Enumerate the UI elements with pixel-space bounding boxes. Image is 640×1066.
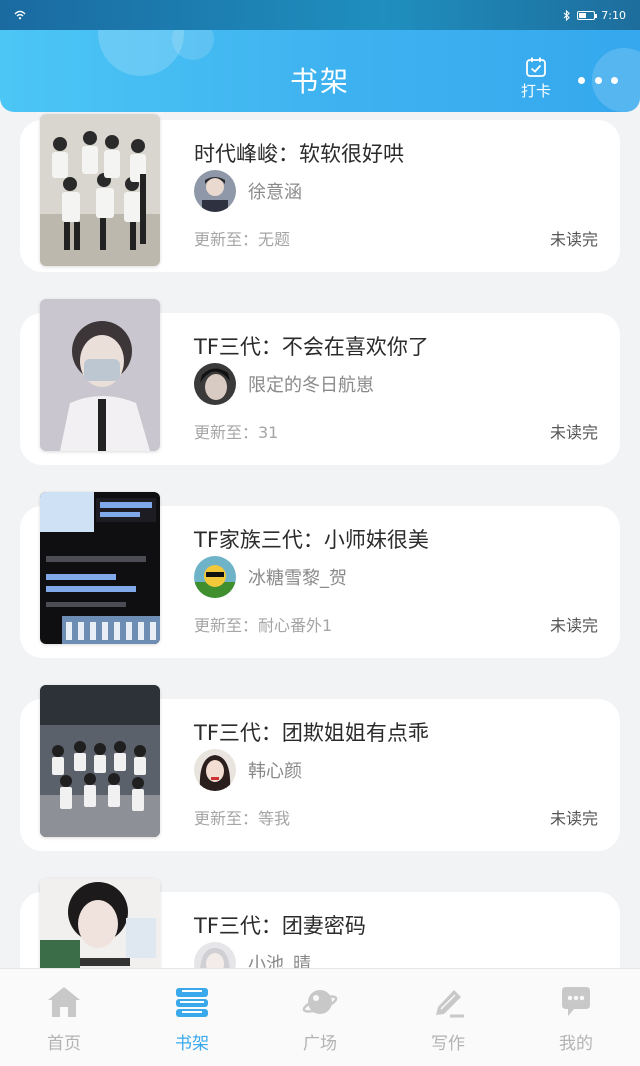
author-name: 限定的冬日航崽 [248, 375, 374, 396]
author-row: 韩心颜 [194, 749, 302, 791]
more-dot-icon [611, 76, 618, 84]
book-cover [40, 114, 160, 266]
book-title: TF家族三代：小师妹很美 [194, 528, 429, 552]
nav-label: 书架 [175, 1034, 209, 1054]
author-avatar [194, 170, 236, 212]
update-info: 更新至：无题 [194, 230, 291, 249]
update-info: 更新至：31 [194, 423, 279, 442]
book-cover [40, 299, 160, 451]
book-card[interactable]: 时代峰峻：软软很好哄 徐意涵 更新至：无题 未读完 [20, 114, 620, 272]
nav-item-profile[interactable]: 我的 [512, 969, 640, 1066]
planet-icon [302, 990, 338, 1014]
chat-bubble-icon [562, 987, 590, 1016]
nav-label: 广场 [303, 1034, 337, 1054]
read-status: 未读完 [549, 616, 598, 635]
book-card[interactable]: TF家族三代：小师妹很美 冰糖雪黎_贺 更新至：耐心番外1 未读完 [20, 492, 620, 658]
nav-item-square[interactable]: 广场 [256, 969, 384, 1066]
update-info: 更新至：耐心番外1 [194, 616, 333, 635]
home-icon [48, 987, 80, 1017]
more-dot-icon [578, 76, 585, 84]
read-status: 未读完 [549, 423, 598, 442]
author-name: 冰糖雪黎_贺 [248, 568, 347, 589]
wifi-icon [14, 10, 26, 20]
author-avatar [194, 749, 236, 791]
author-avatar [194, 556, 236, 598]
read-status: 未读完 [549, 809, 598, 828]
book-cover [40, 492, 160, 644]
author-row: 冰糖雪黎_贺 [194, 556, 347, 598]
book-cover [40, 685, 160, 837]
author-name: 徐意涵 [248, 182, 302, 203]
book-title: 时代峰峻：软软很好哄 [194, 142, 404, 166]
book-card[interactable]: TF三代：团欺姐姐有点乖 韩心颜 更新至：等我 未读完 [20, 685, 620, 851]
nav-label: 首页 [47, 1034, 81, 1054]
nav-item-bookshelf[interactable]: 书架 [128, 969, 256, 1066]
nav-item-home[interactable]: 首页 [0, 969, 128, 1066]
checkin-label: 打卡 [520, 82, 551, 100]
decorative-bubble [172, 30, 214, 60]
author-name: 韩心颜 [248, 761, 302, 782]
bottom-nav: 首页 书架 广场 写作 我的 [0, 968, 640, 1066]
book-card[interactable]: TF三代：不会在喜欢你了 限定的冬日航崽 更新至：31 未读完 [20, 299, 620, 465]
book-title: TF三代：团欺姐姐有点乖 [194, 721, 429, 745]
bookshelf-list: 时代峰峻：软软很好哄 徐意涵 更新至：无题 未读完 TF三代：不会在喜欢你了 限… [0, 0, 640, 1066]
bluetooth-icon [563, 9, 571, 21]
battery-icon [577, 10, 598, 20]
nav-label: 写作 [431, 1034, 465, 1054]
more-options-button[interactable] [578, 74, 618, 86]
nav-label: 我的 [559, 1034, 593, 1054]
book-title: TF三代：团妻密码 [194, 914, 366, 938]
app-header: 书架 打卡 [0, 30, 640, 112]
checkin-button[interactable]: 打卡 [514, 56, 558, 101]
nav-item-write[interactable]: 写作 [384, 969, 512, 1066]
author-row: 限定的冬日航崽 [194, 363, 374, 405]
status-bar: 7:10 [0, 0, 640, 30]
author-row: 徐意涵 [194, 170, 302, 212]
pen-icon [436, 990, 464, 1018]
calendar-check-icon [526, 57, 546, 77]
status-time: 7:10 [601, 8, 626, 22]
book-title: TF三代：不会在喜欢你了 [194, 335, 429, 359]
read-status: 未读完 [549, 230, 598, 249]
author-avatar [194, 363, 236, 405]
bookshelf-icon [176, 988, 208, 1017]
more-dot-icon [594, 76, 602, 84]
update-info: 更新至：等我 [194, 809, 291, 828]
